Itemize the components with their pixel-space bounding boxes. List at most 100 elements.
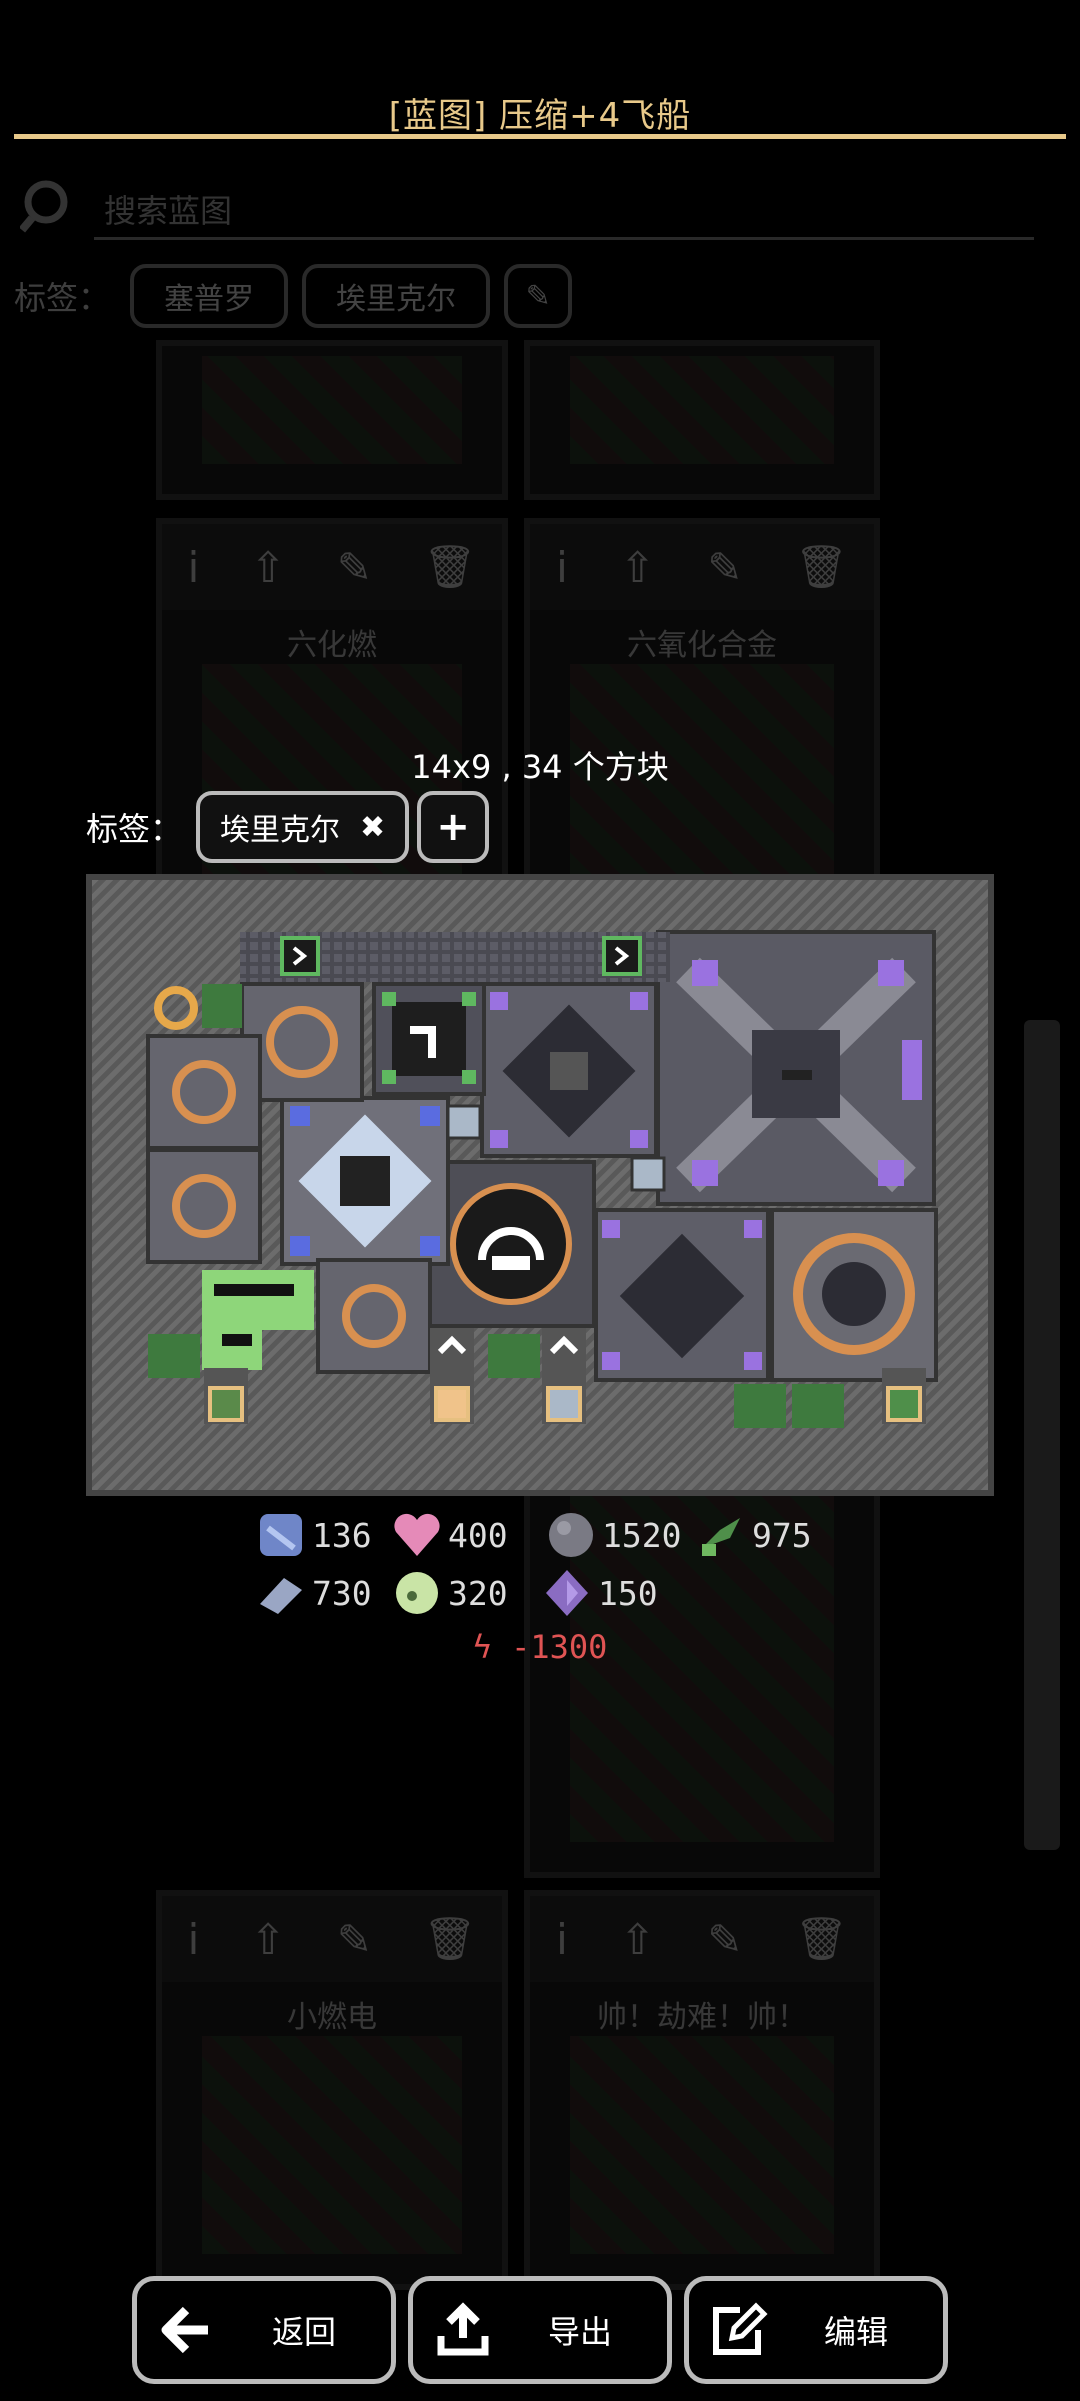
orange-thruster-block: [146, 1034, 262, 1150]
remove-tag-icon[interactable]: ✖: [360, 810, 385, 845]
ship-layout: [146, 930, 938, 1428]
blueprint-thumbnail: [570, 2036, 834, 2254]
search-placeholder: 搜索蓝图: [104, 192, 233, 230]
resource-amount: 320: [448, 1573, 508, 1613]
sensor-tile: [630, 1156, 666, 1192]
resource-amount: 730: [312, 1573, 372, 1613]
card-title: 六氧化合金: [627, 628, 777, 663]
resource-amount: 975: [752, 1515, 812, 1555]
purple-crystal-icon: [546, 1570, 588, 1616]
info-icon[interactable]: i: [188, 543, 200, 592]
blueprint-dimensions: 14x9 , 34 个方块: [411, 748, 669, 786]
pencil-icon[interactable]: ✎: [337, 1915, 372, 1964]
tags-label: 标签：: [86, 810, 183, 848]
export-icon[interactable]: ⇧: [620, 543, 655, 592]
blueprint-card[interactable]: i ⇧ ✎ 🗑 帅！劫难！帅！: [524, 1890, 880, 2290]
resource-cost: 320: [390, 1566, 508, 1620]
resource-cost: 730: [254, 1566, 372, 1620]
resource-amount: 400: [448, 1515, 508, 1555]
resource-cost: 975: [694, 1508, 812, 1562]
tag-chip[interactable]: 埃里克尔: [302, 264, 491, 328]
blueprint-thumbnail: [202, 2036, 462, 2254]
blueprint-thumbnail: [202, 356, 462, 464]
resource-amount: 1520: [602, 1515, 682, 1555]
resource-cost: 150: [540, 1566, 658, 1620]
edit-button[interactable]: 编辑: [684, 2276, 948, 2384]
core-block: [426, 1160, 596, 1328]
blueprint-card[interactable]: [156, 340, 508, 500]
tag-pill[interactable]: 埃里克尔 ✖: [196, 791, 410, 863]
pencil-icon[interactable]: ✎: [707, 1915, 742, 1964]
trash-icon[interactable]: 🗑: [423, 542, 476, 592]
pink-heart-icon: [394, 1513, 440, 1556]
info-icon[interactable]: i: [556, 543, 568, 592]
resource-cost: 1520: [544, 1508, 681, 1562]
blueprint-header: [蓝图] 压缩+4飞船: [14, 0, 1066, 142]
info-icon[interactable]: i: [556, 1915, 568, 1964]
card-toolbar: i ⇧ ✎ 🗑: [530, 524, 874, 610]
search-underline: [94, 237, 1034, 240]
card-toolbar: i ⇧ ✎ 🗑: [530, 1896, 874, 1982]
resource-cost: 400: [390, 1508, 508, 1562]
edit-label: 编辑: [823, 2313, 888, 2351]
resource-amount: 150: [598, 1573, 658, 1613]
gray-stone-icon: [549, 1513, 593, 1557]
tag-filter-row: 标签： 塞普罗 埃里克尔 ✎: [14, 258, 573, 334]
blueprint-tags: 标签： 埃里克尔 ✖ +: [86, 790, 490, 864]
pencil-icon[interactable]: ✎: [707, 543, 742, 592]
green-vine-icon: [702, 1518, 740, 1556]
card-toolbar: i ⇧ ✎ 🗑: [162, 524, 502, 610]
orange-shield-block: [770, 1208, 938, 1382]
add-tag-button[interactable]: +: [417, 791, 490, 863]
tags-label: 标签：: [14, 279, 111, 317]
edit-icon: [689, 2302, 789, 2358]
back-button[interactable]: 返回: [132, 2276, 396, 2384]
arrow-left-icon: [137, 2306, 237, 2354]
info-icon[interactable]: i: [188, 1915, 200, 1964]
steel-bar-icon: [260, 1578, 302, 1614]
tag-name: 埃里克尔: [220, 813, 341, 848]
purple-engine-block: [480, 982, 658, 1158]
upload-icon: [413, 2302, 513, 2358]
blue-crystal-icon: [260, 1514, 302, 1556]
power-consumption: ϟ -1300: [0, 1628, 1080, 1666]
card-toolbar: i ⇧ ✎ 🗑: [162, 1896, 502, 1982]
search-icon: [20, 180, 68, 233]
trash-icon[interactable]: 🗑: [423, 1914, 476, 1964]
resource-amount: 136: [312, 1515, 372, 1555]
export-icon[interactable]: ⇧: [250, 1915, 285, 1964]
export-icon[interactable]: ⇧: [250, 543, 285, 592]
scrollbar[interactable]: [1024, 1020, 1060, 1850]
ring-tile: [154, 986, 198, 1030]
card-title: 帅！劫难！帅！: [597, 2000, 807, 2035]
trash-icon[interactable]: 🗑: [795, 1914, 848, 1964]
blueprint-card[interactable]: i ⇧ ✎ 🗑 小燃电: [156, 1890, 508, 2290]
search-bar[interactable]: 搜索蓝图: [14, 170, 1054, 244]
green-gyro-block: [372, 982, 486, 1096]
export-label: 导出: [547, 2313, 612, 2351]
export-button[interactable]: 导出: [408, 2276, 672, 2384]
top-connector-strip: [240, 932, 670, 982]
edit-tags-button[interactable]: ✎: [504, 264, 573, 328]
trash-icon[interactable]: 🗑: [795, 542, 848, 592]
purple-engine-block: [594, 1208, 770, 1382]
pencil-icon[interactable]: ✎: [337, 543, 372, 592]
sensor-tile: [446, 1104, 482, 1140]
orange-thruster-block: [146, 1148, 262, 1264]
blueprint-card[interactable]: [524, 340, 880, 500]
power-value: -1300: [511, 1628, 608, 1666]
card-title: 小燃电: [287, 2000, 377, 2035]
lime-ore-icon: [396, 1572, 438, 1614]
orange-thruster-block: [316, 1258, 432, 1374]
page-title: [蓝图] 压缩+4飞船: [388, 96, 692, 136]
tag-chip[interactable]: 塞普罗: [130, 264, 289, 328]
blueprint-preview: [86, 874, 994, 1496]
resource-cost: 136: [254, 1508, 372, 1562]
export-icon[interactable]: ⇧: [620, 1915, 655, 1964]
reactor-block: [656, 930, 936, 1206]
blueprint-thumbnail: [570, 356, 834, 464]
green-conduit: [202, 1270, 314, 1370]
back-label: 返回: [271, 2313, 336, 2351]
header-divider: [14, 134, 1066, 139]
lightning-icon: ϟ: [472, 1628, 492, 1666]
